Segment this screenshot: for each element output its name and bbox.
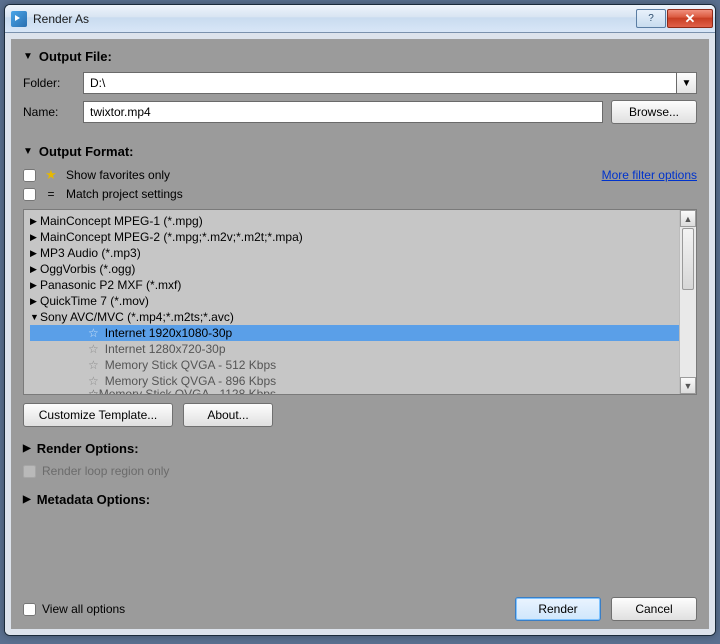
render-button[interactable]: Render [515,597,601,621]
template-item[interactable]: ☆Memory Stick QVGA - 1128 Kbps [30,389,679,395]
template-item[interactable]: ☆Memory Stick QVGA - 896 Kbps [30,373,679,389]
more-filter-link[interactable]: More filter options [602,168,697,182]
template-item[interactable]: ☆Internet 1920x1080-30p [30,325,679,341]
show-favorites-label: Show favorites only [66,168,170,182]
chevron-right-icon: ▶ [23,494,31,505]
output-format-heading[interactable]: ▼ Output Format: [23,144,697,159]
format-list[interactable]: ▶MainConcept MPEG-1 (*.mpg) ▶MainConcept… [23,209,697,395]
chevron-right-icon: ▶ [30,261,40,277]
star-outline-icon: ☆ [88,373,99,389]
section-label: Output Format: [39,144,134,159]
dialog-client: ▼ Output File: Folder: ▼ Name: Browse... [5,33,715,635]
app-icon [11,11,27,27]
scroll-down-button[interactable]: ▼ [680,377,696,394]
render-as-dialog: Render As ? ✕ ▼ Output File: Folder: ▼ [4,4,716,636]
equals-icon: = [44,187,58,201]
match-project-checkbox[interactable] [23,188,36,201]
chevron-right-icon: ▶ [30,277,40,293]
template-item[interactable]: ☆Memory Stick QVGA - 512 Kbps [30,357,679,373]
match-project-label: Match project settings [66,187,183,201]
section-label: Render Options: [37,441,139,456]
close-button[interactable]: ✕ [667,9,713,28]
format-item[interactable]: ▶OggVorbis (*.ogg) [30,261,679,277]
star-icon: ★ [45,167,57,183]
view-all-row[interactable]: View all options [23,602,125,616]
name-label: Name: [23,105,83,119]
chevron-down-icon: ▼ [23,51,33,62]
view-all-checkbox[interactable] [23,603,36,616]
loop-region-label: Render loop region only [42,464,169,478]
render-options-heading[interactable]: ▶ Render Options: [23,441,697,456]
browse-button[interactable]: Browse... [611,100,697,124]
section-label: Metadata Options: [37,492,150,507]
show-favorites-checkbox[interactable] [23,169,36,182]
about-button[interactable]: About... [183,403,273,427]
chevron-right-icon: ▶ [30,293,40,309]
dialog-footer: View all options Render Cancel [23,591,697,621]
format-item[interactable]: ▼Sony AVC/MVC (*.mp4;*.m2ts;*.avc) [30,309,679,325]
scrollbar[interactable]: ▲ ▼ [679,210,696,394]
chevron-right-icon: ▶ [23,443,31,454]
chevron-right-icon: ▶ [30,245,40,261]
customize-template-button[interactable]: Customize Template... [23,403,173,427]
scroll-thumb[interactable] [682,228,694,290]
chevron-down-icon: ▼ [30,309,40,325]
metadata-heading[interactable]: ▶ Metadata Options: [23,492,697,507]
output-file-section: ▼ Output File: Folder: ▼ Name: Browse... [23,49,697,130]
template-item[interactable]: ☆Internet 1280x720-30p [30,341,679,357]
format-item[interactable]: ▶QuickTime 7 (*.mov) [30,293,679,309]
format-item[interactable]: ▶MainConcept MPEG-2 (*.mpg;*.m2v;*.m2t;*… [30,229,679,245]
output-file-heading[interactable]: ▼ Output File: [23,49,697,64]
cancel-button[interactable]: Cancel [611,597,697,621]
chevron-down-icon: ▼ [23,146,33,157]
section-label: Output File: [39,49,112,64]
chevron-right-icon: ▶ [30,213,40,229]
loop-region-checkbox [23,465,36,478]
render-options-section: ▶ Render Options: Render loop region onl… [23,441,697,478]
output-format-section: ▼ Output Format: ★ Show favorites only M… [23,144,697,427]
folder-dropdown-button[interactable]: ▼ [677,72,697,94]
format-item[interactable]: ▶MP3 Audio (*.mp3) [30,245,679,261]
loop-region-row: Render loop region only [23,464,697,478]
format-item[interactable]: ▶MainConcept MPEG-1 (*.mpg) [30,213,679,229]
name-input[interactable] [83,101,603,123]
star-outline-icon: ☆ [88,389,99,395]
folder-input[interactable] [83,72,677,94]
star-outline-icon: ☆ [88,341,99,357]
titlebar[interactable]: Render As ? ✕ [5,5,715,33]
folder-combo[interactable]: ▼ [83,72,697,94]
folder-label: Folder: [23,76,83,90]
chevron-right-icon: ▶ [30,229,40,245]
window-title: Render As [33,12,636,26]
scroll-up-button[interactable]: ▲ [680,210,696,227]
help-button[interactable]: ? [636,9,666,28]
star-outline-icon: ☆ [88,325,99,341]
view-all-label: View all options [42,602,125,616]
star-outline-icon: ☆ [88,357,99,373]
format-item[interactable]: ▶Panasonic P2 MXF (*.mxf) [30,277,679,293]
metadata-section: ▶ Metadata Options: [23,492,697,515]
